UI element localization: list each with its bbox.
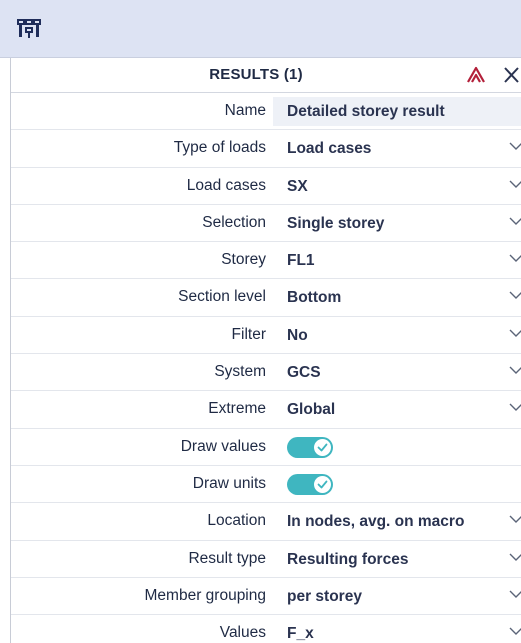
collapse-up-icon[interactable] [465, 65, 487, 85]
result-type-dropdown[interactable]: Resulting forces [273, 545, 521, 574]
property-label: System [214, 363, 266, 381]
storey-dropdown[interactable]: FL1 [273, 246, 521, 275]
load-cases-dropdown[interactable]: SX [273, 172, 521, 201]
system-dropdown[interactable]: GCS [273, 358, 521, 387]
property-row-filter: Filter No [11, 317, 521, 355]
property-list: Name Detailed storey result Type of loads L… [11, 93, 521, 643]
chevron-down-icon[interactable] [509, 288, 521, 300]
property-value: per storey [287, 587, 362, 605]
chevron-down-icon[interactable] [509, 177, 521, 189]
property-label: Load cases [186, 176, 266, 194]
property-label: Draw units [192, 474, 266, 492]
property-label: Section level [178, 288, 266, 306]
property-row-name: Name Detailed storey result [11, 93, 521, 131]
property-label: Extreme [208, 400, 266, 418]
section-level-dropdown[interactable]: Bottom [273, 283, 521, 312]
chevron-down-icon[interactable] [509, 214, 521, 226]
property-label: Member grouping [144, 586, 266, 604]
property-row-location: Location In nodes, avg. on macro [11, 503, 521, 541]
panel-title: RESULTS (1) [209, 66, 303, 83]
property-row-extreme: Extreme Global [11, 391, 521, 429]
property-value: Single storey [287, 214, 385, 232]
property-value: FL1 [287, 252, 315, 270]
member-grouping-dropdown[interactable]: per storey [273, 582, 521, 611]
property-value: SX [287, 177, 308, 195]
chevron-down-icon[interactable] [509, 363, 521, 375]
property-label: Storey [221, 251, 266, 269]
property-row-type-of-loads: Type of loads Load cases [11, 130, 521, 168]
property-label: Values [219, 624, 266, 642]
property-row-draw-units: Draw units [11, 466, 521, 504]
property-row-system: System GCS [11, 354, 521, 392]
property-label: Selection [202, 213, 266, 231]
property-label: Type of loads [173, 139, 266, 157]
property-value: Bottom [287, 289, 342, 307]
draw-values-toggle[interactable] [287, 436, 333, 458]
property-value: Global [287, 401, 336, 419]
property-row-load-cases: Load cases SX [11, 168, 521, 205]
chevron-down-icon[interactable] [509, 587, 521, 599]
panel-header: RESULTS (1) [11, 58, 521, 93]
location-dropdown[interactable]: In nodes, avg. on macro [273, 507, 521, 536]
property-label: Name [224, 102, 266, 119]
chevron-down-icon[interactable] [509, 550, 521, 562]
property-row-result-type: Result type Resulting forces [11, 541, 521, 578]
property-label: Location [207, 512, 266, 530]
name-field[interactable]: Detailed storey result [273, 97, 521, 126]
chevron-down-icon[interactable] [509, 624, 521, 636]
property-row-member-grouping: Member grouping per storey [11, 578, 521, 616]
chevron-down-icon[interactable] [509, 139, 521, 151]
property-label: Filter [231, 325, 266, 343]
property-label: Result type [188, 549, 266, 567]
draw-units-toggle[interactable] [287, 473, 333, 495]
property-value: No [287, 326, 308, 344]
property-value: Load cases [287, 140, 372, 158]
results-panel: RESULTS (1) Name Detailed storey result Ty… [0, 0, 521, 643]
property-row-selection: Selection Single storey [11, 205, 521, 243]
chevron-down-icon[interactable] [509, 512, 521, 524]
property-row-section-level: Section level Bottom [11, 279, 521, 317]
chevron-down-icon[interactable] [509, 251, 521, 263]
values-dropdown[interactable]: F_x [273, 619, 521, 643]
property-value: Detailed storey result [287, 103, 445, 120]
close-icon[interactable] [502, 65, 521, 85]
property-row-storey: Storey FL1 [11, 242, 521, 280]
property-row-draw-values: Draw values [11, 429, 521, 466]
structure-icon[interactable] [16, 16, 42, 40]
selection-dropdown[interactable]: Single storey [273, 209, 521, 238]
filter-dropdown[interactable]: No [273, 321, 521, 350]
property-label: Draw values [180, 437, 266, 455]
property-value: GCS [287, 364, 321, 382]
left-gutter [0, 58, 11, 643]
chevron-down-icon[interactable] [509, 400, 521, 412]
property-value: F_x [287, 625, 314, 643]
panel-toolbar [0, 0, 521, 58]
extreme-dropdown[interactable]: Global [273, 395, 521, 424]
property-value: Resulting forces [287, 550, 409, 568]
check-icon [314, 438, 331, 456]
chevron-down-icon[interactable] [509, 326, 521, 338]
type-of-loads-dropdown[interactable]: Load cases [273, 134, 521, 163]
check-icon [314, 475, 331, 493]
property-value: In nodes, avg. on macro [287, 513, 465, 531]
property-row-values: Values F_x [11, 615, 521, 643]
